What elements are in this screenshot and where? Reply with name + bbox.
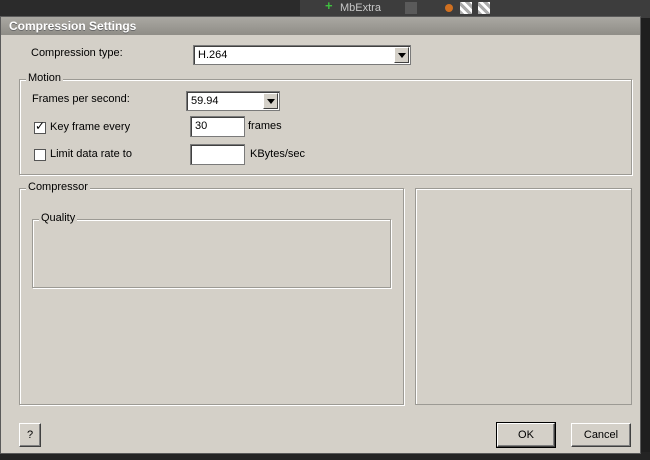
chevron-down-icon[interactable] [263,93,278,109]
help-button[interactable]: ? [19,423,41,447]
checker-icon [478,2,490,14]
quality-group-title: Quality [39,212,78,224]
chevron-down-icon[interactable] [394,47,409,63]
ok-button[interactable]: OK [496,422,556,448]
datarate-unit: KBytes/sec [250,148,306,160]
keyframe-input[interactable]: 30 [190,116,245,137]
orange-dot-icon [445,4,453,12]
keyframe-unit: frames [248,120,282,132]
compression-type-select[interactable]: H.264 [193,45,411,65]
keyframe-label: Key frame every [50,121,131,133]
fps-select[interactable]: 59.94 [186,91,280,111]
compression-type-label: Compression type: [31,47,123,59]
motion-group: Motion Frames per second: 59.94 ✓ Key fr… [19,72,632,175]
fps-value: 59.94 [191,95,219,107]
compressor-group-title: Compressor [26,181,90,193]
background-item-label: MbExtra [340,2,381,14]
motion-group-title: Motion [26,72,64,84]
checker-icon [460,2,472,14]
datarate-label: Limit data rate to [50,148,132,160]
dialog-title: Compression Settings [1,17,640,35]
compression-type-value: H.264 [198,49,228,61]
check-icon: ✓ [35,119,46,133]
quality-group: Quality [32,212,391,288]
layer-icon [405,2,417,14]
fps-label: Frames per second: [32,93,130,105]
background-scrollbar [641,18,650,460]
compressor-group: Compressor Quality [19,181,404,405]
keyframe-checkbox[interactable]: ✓ [34,119,46,134]
datarate-input[interactable] [190,144,245,165]
compression-settings-dialog: Compression Settings Compression type: H… [0,16,641,454]
compressor-preview-panel [415,188,632,405]
cancel-button[interactable]: Cancel [571,423,631,447]
plus-icon: + [325,0,333,13]
datarate-checkbox[interactable] [34,149,46,161]
